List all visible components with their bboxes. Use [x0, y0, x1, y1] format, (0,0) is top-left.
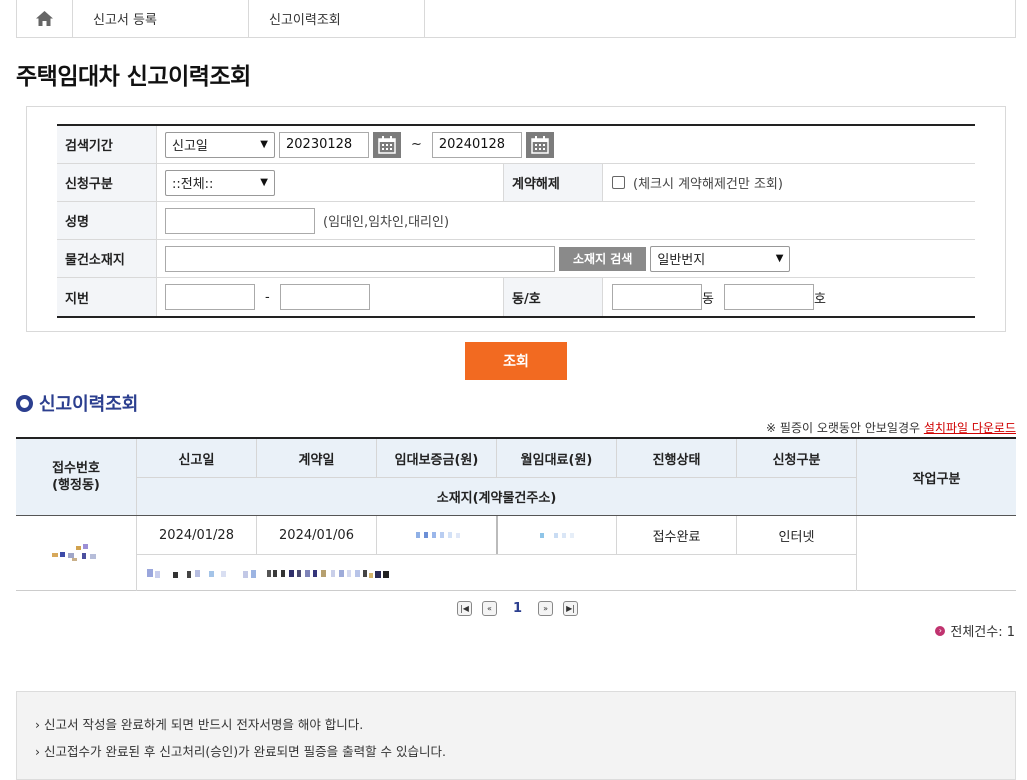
apply-type-row: 신청구분 ::전체:: ▼ 계약해제 (체크시 계약해제건만 조회): [57, 164, 975, 202]
info-box: › 신고서 작성을 완료하게 되면 반드시 전자서명을 해야 합니다. › 신고…: [16, 691, 1016, 780]
calendar-to-button[interactable]: [525, 131, 554, 158]
search-table: 검색기간 신고일 ▼ 20230128 ~ 20240128 신청구분::전체…: [57, 124, 975, 318]
contract-date-cell: 2024/01/06: [279, 527, 354, 543]
col-report-date: 신고일: [137, 439, 256, 477]
breadcrumb-item-history[interactable]: 신고이력조회: [249, 0, 425, 37]
info-line: › 신고서 작성을 완료하게 되면 반드시 전자서명을 해야 합니다.: [35, 717, 364, 732]
ho-unit: 호: [813, 291, 826, 307]
date-to-input[interactable]: 20240128: [431, 131, 522, 158]
info-line: › 신고접수가 완료된 후 신고처리(승인)가 완료되면 필증을 출력할 수 있…: [35, 744, 446, 759]
cancel-checkbox[interactable]: [612, 176, 625, 189]
prev-page-icon: «: [487, 604, 492, 613]
calendar-icon: [531, 135, 549, 154]
total-count: › 전체건수: 1: [935, 621, 1015, 640]
lot-type-value: 일반번지: [657, 253, 706, 268]
apply-type-select[interactable]: ::전체:: ▼: [165, 169, 275, 196]
col-rent: 월임대료(원): [497, 439, 616, 477]
col-receipt: 접수번호 (행정동): [16, 439, 136, 515]
location-search-button[interactable]: 소재지 검색: [559, 246, 647, 271]
col-status: 진행상태: [617, 439, 736, 477]
prev-page-button[interactable]: «: [482, 601, 497, 616]
results-section-title: 신고이력조회: [16, 390, 138, 416]
period-label: 검색기간: [57, 126, 157, 163]
date-from-input[interactable]: 20230128: [279, 131, 369, 158]
col-address: 소재지(계약물건주소): [137, 478, 856, 515]
redacted-block: [147, 569, 389, 578]
download-notice: ※ 필증이 오랫동안 안보일경우 설치파일 다운로드: [766, 419, 1016, 436]
next-page-icon: »: [543, 604, 548, 613]
dong-input[interactable]: [612, 284, 702, 310]
deposit-cell-redacted: [377, 516, 496, 554]
date-separator: ~: [411, 137, 422, 152]
col-deposit: 임대보증금(원): [377, 439, 496, 477]
breadcrumb: 신고서 등록 신고이력조회: [16, 0, 1016, 38]
apply-type-value: ::전체::: [172, 177, 214, 192]
cancel-hint: (체크시 계약해제건만 조회): [633, 177, 783, 192]
lot-sub-input[interactable]: [279, 284, 370, 310]
results-title-text: 신고이력조회: [39, 394, 139, 415]
apply-type-cell: 인터넷: [778, 529, 815, 545]
home-button[interactable]: [17, 0, 73, 37]
home-icon: [36, 11, 53, 26]
col-action: 작업구분: [857, 439, 1016, 515]
chevron-down-icon: ▼: [775, 253, 784, 264]
pagination: |◀ « 1 » ▶|: [457, 601, 579, 616]
lot-type-select[interactable]: 일반번지 ▼: [650, 245, 791, 272]
installer-download-link[interactable]: 설치파일 다운로드: [924, 421, 1016, 435]
name-input[interactable]: [165, 207, 315, 234]
last-page-icon: ▶|: [566, 604, 575, 613]
redacted-block: [540, 533, 574, 538]
lot-label: 지번: [57, 278, 157, 316]
name-hint: (임대인,임차인,대리인): [323, 215, 450, 230]
next-page-button[interactable]: »: [538, 601, 554, 616]
redacted-block: [415, 532, 460, 538]
chevron-down-icon: ▼: [260, 139, 268, 150]
dong-unit: 동: [702, 291, 714, 307]
rent-cell-redacted: [498, 516, 616, 554]
col-apply-type: 신청구분: [737, 439, 856, 477]
name-label: 성명: [57, 202, 157, 239]
location-input[interactable]: [165, 245, 555, 272]
lot-row: 지번 - 동/호 동 호: [57, 278, 975, 316]
first-page-icon: |◀: [460, 604, 469, 613]
cancel-label: 계약해제: [503, 164, 603, 201]
calendar-icon: [378, 135, 396, 154]
apply-type-label: 신청구분: [57, 164, 157, 201]
redacted-block: [52, 543, 96, 561]
page-title: 주택임대차 신고이력조회: [16, 64, 251, 90]
address-cell-redacted: [137, 555, 856, 591]
report-date-cell: 2024/01/28: [159, 527, 234, 543]
status-cell: 접수완료: [652, 529, 701, 545]
location-row: 물건소재지 소재지 검색 일반번지 ▼: [57, 240, 975, 278]
circle-bullet-icon: [16, 394, 33, 412]
location-label: 물건소재지: [57, 240, 157, 277]
arrow-bullet-icon: ›: [935, 625, 946, 636]
total-count-text: 전체건수: 1: [950, 625, 1015, 640]
period-type-select[interactable]: 신고일 ▼: [165, 131, 275, 158]
calendar-from-button[interactable]: [373, 131, 401, 158]
action-cell[interactable]: [857, 516, 1016, 591]
period-type-value: 신고일: [172, 139, 208, 154]
notice-text: ※ 필증이 오랫동안 안보일경우: [766, 421, 921, 435]
lot-main-input[interactable]: [165, 284, 255, 310]
current-page[interactable]: 1: [503, 601, 532, 616]
search-form: 검색기간 신고일 ▼ 20230128 ~ 20240128 신청구분::전체…: [26, 106, 1006, 332]
period-row: 검색기간 신고일 ▼ 20230128 ~ 20240128: [57, 126, 975, 164]
dongho-label: 동/호: [503, 278, 603, 316]
col-contract-date: 계약일: [257, 439, 376, 477]
results-table: 접수번호 (행정동) 신고일 계약일 임대보증금(원) 월임대료(원) 진행상태…: [16, 437, 1016, 591]
first-page-button[interactable]: |◀: [457, 601, 472, 616]
ho-input[interactable]: [723, 284, 814, 310]
chevron-down-icon: ▼: [260, 177, 268, 188]
last-page-button[interactable]: ▶|: [563, 601, 579, 616]
breadcrumb-item-register[interactable]: 신고서 등록: [73, 0, 249, 37]
lot-separator: -: [265, 289, 270, 305]
search-button[interactable]: 조회: [465, 342, 567, 380]
name-row: 성명 (임대인,임차인,대리인): [57, 202, 975, 240]
receipt-number-redacted[interactable]: [16, 516, 136, 591]
